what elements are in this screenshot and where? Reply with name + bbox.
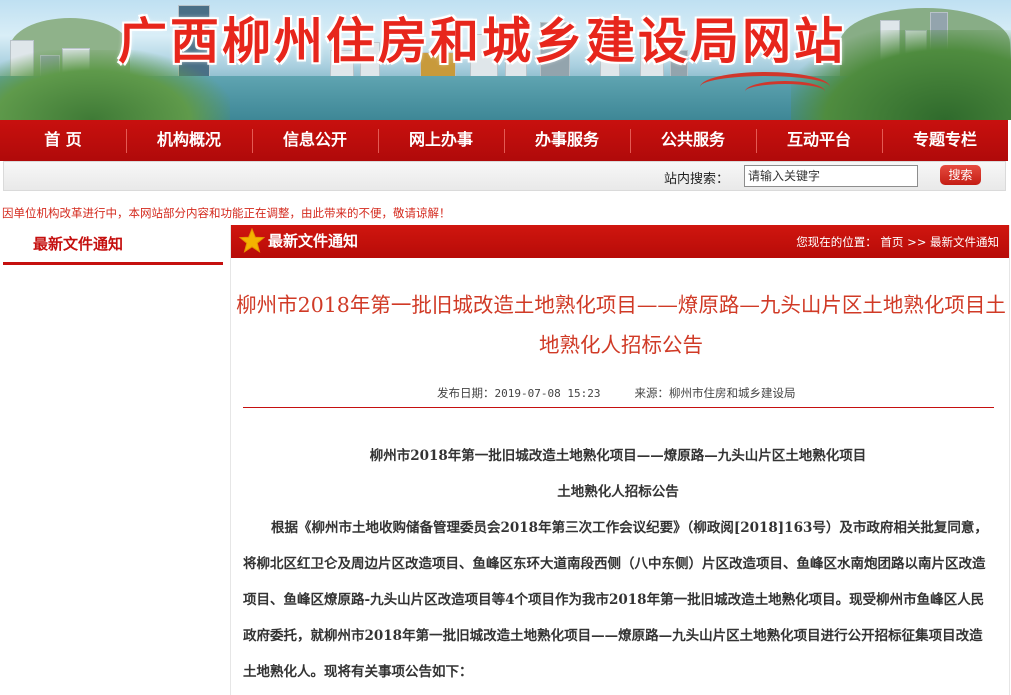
article-heading-line1: 柳州市2018年第一批旧城改造土地熟化项目——燎原路—九头山片区土地熟化项目	[369, 448, 867, 464]
search-bar: 站内搜索： 搜索	[3, 161, 1006, 191]
site-title: 广西柳州住房和城乡建设局网站	[118, 12, 847, 70]
panel-title: 最新文件通知	[268, 232, 359, 250]
source-value: 柳州市住房和城乡建设局	[668, 386, 796, 400]
nav-item-services[interactable]: 办事服务	[504, 120, 630, 161]
publish-date-label: 发布日期：	[437, 386, 495, 400]
nav-item-interaction[interactable]: 互动平台	[756, 120, 882, 161]
breadcrumb-prefix: 您现在的位置：	[796, 235, 877, 249]
main-nav: 首 页 机构概况 信息公开 网上办事 办事服务 公共服务 互动平台 专题专栏	[0, 120, 1008, 161]
nav-item-special-topics[interactable]: 专题专栏	[882, 120, 1008, 161]
source-label: 来源：	[634, 386, 669, 400]
notice-text: 因单位机构改革进行中，本网站部分内容和功能正在调整，由此带来的不便，敬请谅解！	[2, 206, 451, 220]
breadcrumb-separator: >>	[907, 235, 927, 249]
site-banner: 广西柳州住房和城乡建设局网站	[0, 0, 1011, 120]
nav-item-online-affairs[interactable]: 网上办事	[378, 120, 504, 161]
breadcrumb: 您现在的位置： 首页 >> 最新文件通知	[796, 234, 999, 250]
breadcrumb-home-link[interactable]: 首页	[880, 235, 903, 249]
nav-item-public-services[interactable]: 公共服务	[630, 120, 756, 161]
article-body: 柳州市2018年第一批旧城改造土地熟化项目——燎原路—九头山片区土地熟化项目 土…	[243, 438, 993, 690]
nav-item-information[interactable]: 信息公开	[252, 120, 378, 161]
article-paragraph: 根据《柳州市土地收购储备管理委员会2018年第三次工作会议纪要》（柳政阅[201…	[243, 520, 988, 680]
banner-bridge	[745, 81, 825, 102]
article-heading-line2: 土地熟化人招标公告	[557, 484, 679, 500]
search-label: 站内搜索：	[664, 172, 730, 187]
panel-header: 最新文件通知 您现在的位置： 首页 >> 最新文件通知	[231, 225, 1009, 258]
sidebar-divider	[3, 262, 223, 265]
breadcrumb-current-link[interactable]: 最新文件通知	[930, 235, 999, 249]
star-icon	[239, 228, 265, 253]
search-button[interactable]: 搜索	[940, 165, 981, 185]
publish-date: 2019-07-08 15:23	[494, 387, 601, 400]
nav-item-home[interactable]: 首 页	[0, 120, 126, 161]
sidebar-title[interactable]: 最新文件通知	[33, 233, 123, 254]
article-title: 柳州市2018年第一批旧城改造土地熟化项目——燎原路—九头山片区土地熟化项目土地…	[236, 293, 1006, 357]
nav-item-organization[interactable]: 机构概况	[126, 120, 252, 161]
title-divider	[243, 407, 994, 408]
article-meta: 发布日期：2019-07-08 15:23 来源：柳州市住房和城乡建设局	[437, 385, 795, 401]
search-input[interactable]	[744, 165, 918, 187]
